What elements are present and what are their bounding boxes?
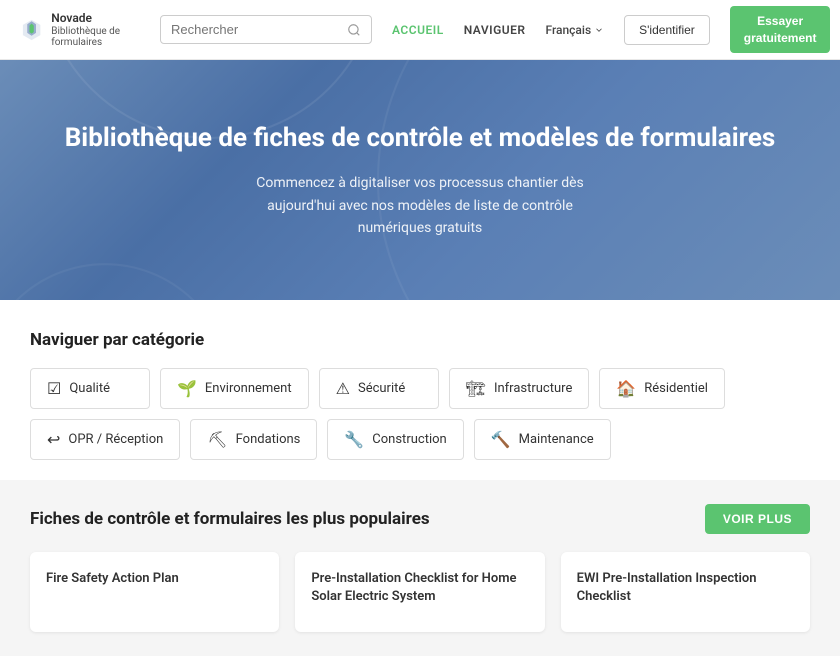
nav-links: ACCUEIL NAVIGUER Français S'identifier E… <box>392 6 830 54</box>
categories-grid: ☑ Qualité 🌱 Environnement ⚠ Sécurité 🏗 Infrastr… <box>30 368 810 460</box>
lang-selector[interactable]: Français <box>546 23 605 37</box>
categories-section: Naviguer par catégorie ☑ Qualité 🌱 Environn… <box>0 300 840 480</box>
voir-plus-button[interactable]: VOIR PLUS <box>705 504 810 534</box>
header: Novade Bibliothèque de formulaires ACCUE… <box>0 0 840 60</box>
categories-title: Naviguer par catégorie <box>30 330 810 350</box>
logo-area: Novade Bibliothèque de formulaires <box>20 11 140 49</box>
category-item[interactable]: 🔨 Maintenance <box>474 419 611 460</box>
category-icon: 🏗 <box>466 379 486 398</box>
category-label: Fondations <box>236 432 301 447</box>
category-label: Construction <box>372 432 446 447</box>
card-title: Pre-Installation Checklist for Home Sola… <box>311 570 528 606</box>
category-label: Résidentiel <box>644 381 708 396</box>
category-icon: 🔨 <box>491 430 511 449</box>
category-item[interactable]: 🏠 Résidentiel <box>599 368 725 409</box>
card-title: Fire Safety Action Plan <box>46 570 263 588</box>
category-item[interactable]: ⚠ Sécurité <box>319 368 439 409</box>
category-item[interactable]: 🔧 Construction <box>327 419 463 460</box>
category-item[interactable]: ↩ OPR / Réception <box>30 419 180 460</box>
category-item[interactable]: 🌱 Environnement <box>160 368 309 409</box>
popular-card[interactable]: Fire Safety Action Plan <box>30 552 279 632</box>
category-icon: 🔧 <box>344 430 364 449</box>
category-item[interactable]: ⛏ Fondations <box>190 419 317 460</box>
popular-card[interactable]: Pre-Installation Checklist for Home Sola… <box>295 552 544 632</box>
category-label: Qualité <box>69 381 110 396</box>
popular-section: Fiches de contrôle et formulaires les pl… <box>0 480 840 656</box>
nav-naviguer[interactable]: NAVIGUER <box>464 23 526 37</box>
cards-grid: Fire Safety Action Plan Pre-Installation … <box>30 552 810 632</box>
popular-header: Fiches de contrôle et formulaires les pl… <box>30 504 810 534</box>
hero-title: Bibliothèque de fiches de contrôle et mo… <box>20 120 820 156</box>
hero-subtitle: Commencez à digitaliser vos processus ch… <box>230 172 610 239</box>
category-icon: ☑ <box>47 379 61 398</box>
category-item[interactable]: ☑ Qualité <box>30 368 150 409</box>
logo-icon <box>20 14 43 46</box>
category-label: Environnement <box>205 381 292 396</box>
signin-button[interactable]: S'identifier <box>624 15 710 45</box>
category-label: Maintenance <box>519 432 594 447</box>
category-icon: ⛏ <box>207 430 227 449</box>
category-label: Sécurité <box>358 381 405 396</box>
hero-section: Bibliothèque de fiches de contrôle et mo… <box>0 60 840 300</box>
logo-name: Novade <box>51 11 140 27</box>
category-icon: ⚠ <box>336 379 350 398</box>
category-label: OPR / Réception <box>68 432 163 447</box>
popular-card[interactable]: EWI Pre-Installation Inspection Checklis… <box>561 552 810 632</box>
logo-text-block: Novade Bibliothèque de formulaires <box>51 11 140 49</box>
category-icon: 🏠 <box>616 379 636 398</box>
search-icon <box>347 23 361 37</box>
logo-sub: Bibliothèque de formulaires <box>51 26 140 48</box>
nav-accueil[interactable]: ACCUEIL <box>392 23 444 37</box>
search-input[interactable] <box>171 22 347 37</box>
trial-button[interactable]: Essayer gratuitement <box>730 6 831 54</box>
chevron-down-icon <box>594 25 604 35</box>
card-title: EWI Pre-Installation Inspection Checklis… <box>577 570 794 606</box>
category-icon: 🌱 <box>177 379 197 398</box>
lang-label: Français <box>546 23 592 37</box>
category-icon: ↩ <box>47 430 60 449</box>
category-label: Infrastructure <box>494 381 572 396</box>
search-bar[interactable] <box>160 15 372 44</box>
category-item[interactable]: 🏗 Infrastructure <box>449 368 590 409</box>
